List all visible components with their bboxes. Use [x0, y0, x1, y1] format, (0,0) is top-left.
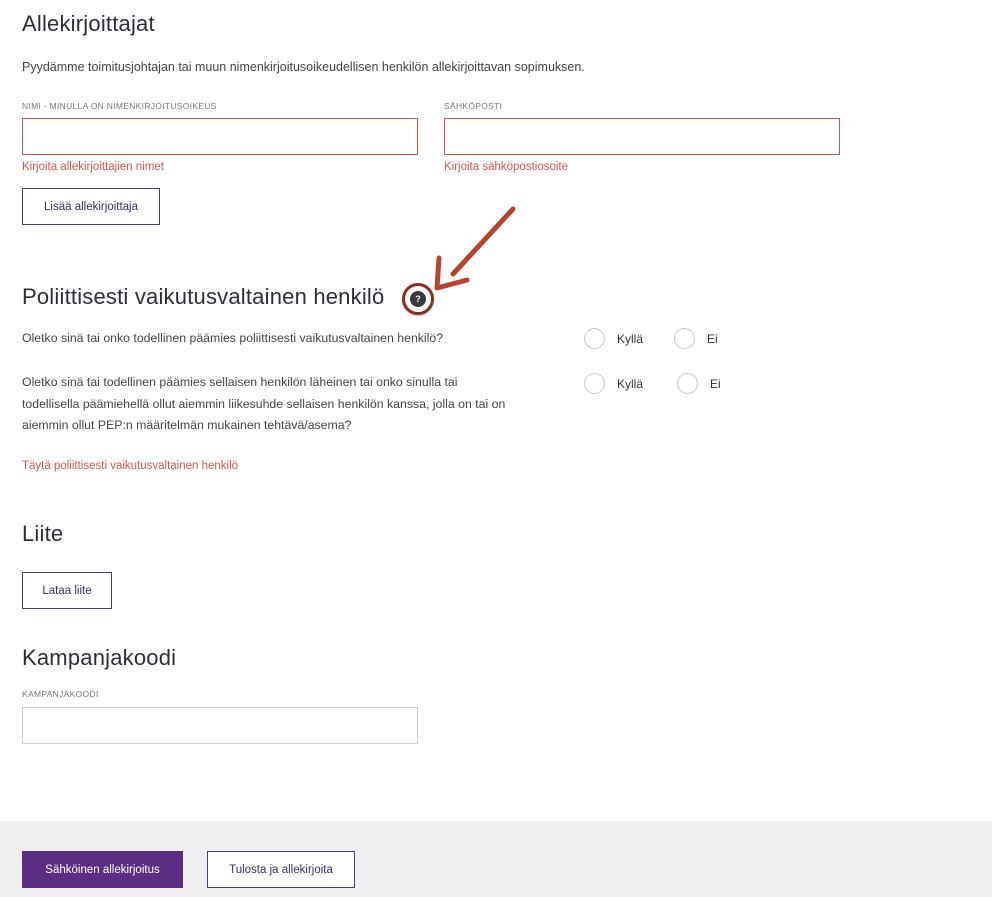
campaign-code-input[interactable] [22, 707, 418, 744]
electronic-signature-button[interactable]: Sähköinen allekirjoitus [22, 851, 183, 888]
upload-attachment-button[interactable]: Lataa liite [22, 572, 112, 609]
question-circle-icon[interactable]: ? [410, 291, 426, 307]
signer-email-input[interactable] [444, 118, 840, 155]
email-field-label: SÄHKÖPOSTI [444, 101, 503, 111]
pep-question-2-line-1: Oletko sinä tai todellinen päämies sella… [22, 375, 458, 389]
signer-name-error: Kirjoita allekirjoittajien nimet [22, 161, 164, 173]
pep-q2-yes-radio[interactable] [584, 373, 605, 394]
print-and-sign-button[interactable]: Tulosta ja allekirjoita [207, 851, 355, 888]
pep-question-2-line-3: aiemmin ollut PEP:n määritelmän mukainen… [22, 418, 352, 432]
attachment-title: Liite [22, 521, 64, 546]
pep-q2-no-radio[interactable] [677, 373, 698, 394]
signers-title: Allekirjoittajat [22, 11, 155, 36]
pep-question-2-line-2: todellisella päämiehellä ollut aiemmin l… [22, 396, 506, 411]
campaign-code-label: KAMPANJAKOODI [22, 689, 99, 699]
pep-q1-yes-radio[interactable] [584, 328, 605, 349]
signers-description: Pyydämme toimitusjohtajan tai muun nimen… [22, 60, 585, 74]
annotation-arrow [434, 206, 516, 291]
add-signer-button[interactable]: Lisää allekirjoittaja [22, 188, 160, 225]
signer-name-input[interactable] [22, 118, 418, 155]
name-field-label: NIMI - MINULLA ON NIMENKIRJOITUSOIKEUS [22, 101, 217, 111]
pep-q2-yes-label: Kyllä [617, 377, 644, 391]
pep-error: Täytä poliittisesti vaikutusvaltainen he… [22, 460, 239, 472]
pep-question-2: Oletko sinä tai todellinen päämies sella… [22, 372, 562, 437]
signer-email-error: Kirjoita sähköpostiosoite [444, 161, 569, 173]
campaign-title: Kampanjakoodi [22, 645, 177, 670]
pep-q1-no-label: Ei [707, 332, 718, 346]
pep-q1-yes-label: Kyllä [617, 332, 644, 346]
pep-question-1: Oletko sinä tai onko todellinen päämies … [22, 331, 444, 345]
pep-q1-no-radio[interactable] [674, 328, 695, 349]
pep-title: Poliittisesti vaikutusvaltainen henkilö [22, 284, 385, 309]
pep-q2-no-label: Ei [710, 377, 721, 391]
